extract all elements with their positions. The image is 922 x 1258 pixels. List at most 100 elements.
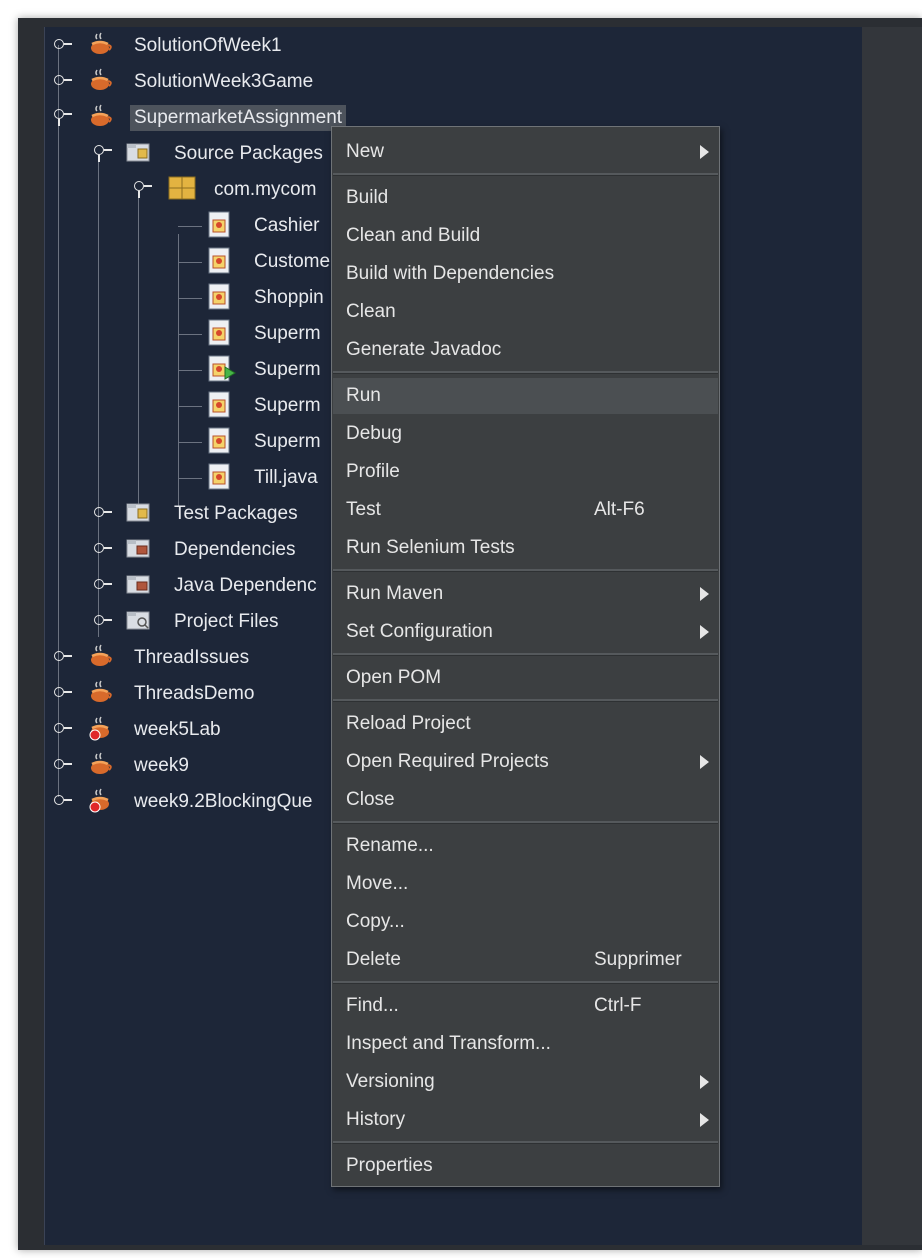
expanded-expander-icon[interactable] (134, 181, 152, 198)
menu-item-history[interactable]: History (333, 1102, 718, 1138)
expanded-expander-icon[interactable] (94, 145, 112, 162)
tree-node-label: Superm (254, 431, 321, 452)
menu-item-clean[interactable]: Clean (333, 294, 718, 330)
tree-node-project[interactable]: ThreadIssues (44, 641, 374, 675)
submenu-arrow-icon (700, 1075, 709, 1089)
tree-node-project[interactable]: week9.2BlockingQue (44, 785, 374, 819)
menu-item-label: Build with Dependencies (346, 263, 555, 284)
menu-item-label: Inspect and Transform... (346, 1033, 551, 1054)
tree-node-java-file[interactable]: Superm (44, 425, 374, 459)
tree-node-label: week5Lab (134, 719, 221, 740)
tree-node-java-file[interactable]: Cashier (44, 209, 374, 243)
collapsed-expander-icon[interactable] (54, 759, 72, 771)
menu-item-inspect-and-transform[interactable]: Inspect and Transform... (333, 1026, 718, 1062)
maven-project-icon (88, 643, 114, 669)
collapsed-expander-icon[interactable] (94, 579, 112, 591)
tree-node-project[interactable]: week9 (44, 749, 374, 783)
collapsed-expander-icon[interactable] (94, 543, 112, 555)
tree-node-project[interactable]: SolutionWeek3Game (44, 65, 374, 99)
tree-node-java-file[interactable]: Superm (44, 389, 374, 423)
tree-node-java-file[interactable]: Custome (44, 245, 374, 279)
collapsed-expander-icon[interactable] (54, 651, 72, 663)
tree-node-label: Java Dependenc (174, 575, 317, 596)
tree-node-folder[interactable]: Source Packages (44, 137, 374, 171)
tree-node-label: Shoppin (254, 287, 324, 308)
tree-node-label: Source Packages (174, 143, 323, 164)
menu-item-delete[interactable]: Delete Supprimer (333, 942, 718, 978)
menu-item-copy[interactable]: Copy... (333, 904, 718, 940)
menu-item-label: Reload Project (346, 713, 471, 734)
menu-item-set-configuration[interactable]: Set Configuration (333, 614, 718, 650)
tree-node-label: SolutionWeek3Game (134, 71, 314, 92)
collapsed-expander-icon[interactable] (94, 507, 112, 519)
tree-node-project[interactable]: week5Lab (44, 713, 374, 747)
tree-node-label: Till.java (254, 467, 318, 488)
tree-node-folder[interactable]: Test Packages (44, 497, 374, 531)
submenu-arrow-icon (700, 1113, 709, 1127)
menu-item-build-with-dependencies[interactable]: Build with Dependencies (333, 256, 718, 292)
collapsed-expander-icon[interactable] (54, 795, 72, 807)
tree-node-label: week9 (134, 755, 189, 776)
tree-node-java-file[interactable]: Superm (44, 317, 374, 351)
menu-item-test[interactable]: Test Alt-F6 (333, 492, 718, 528)
menu-item-label: Run Maven (346, 583, 444, 604)
menu-item-open-required-projects[interactable]: Open Required Projects (333, 744, 718, 780)
menu-item-open-pom[interactable]: Open POM (333, 660, 718, 696)
java-main-class-icon (208, 355, 236, 382)
menu-item-move[interactable]: Move... (333, 866, 718, 902)
submenu-arrow-icon (700, 755, 709, 769)
menu-item-profile[interactable]: Profile (333, 454, 718, 490)
project-files-icon (126, 609, 152, 635)
expanded-expander-icon[interactable] (54, 109, 72, 126)
tree-node-package[interactable]: com.mycom (44, 173, 374, 207)
menu-item-label: Generate Javadoc (346, 339, 502, 360)
menu-item-find[interactable]: Find... Ctrl-F (333, 988, 718, 1024)
java-file-icon (208, 211, 234, 238)
menu-item-reload-project[interactable]: Reload Project (333, 706, 718, 742)
menu-item-close[interactable]: Close (333, 782, 718, 818)
java-file-icon (208, 247, 234, 274)
menu-item-run-maven[interactable]: Run Maven (333, 576, 718, 612)
java-file-icon (208, 283, 234, 310)
submenu-arrow-icon (700, 625, 709, 639)
menu-item-label: Profile (346, 461, 400, 482)
tree-node-project[interactable]: SolutionOfWeek1 (44, 29, 374, 63)
tree-node-label: Superm (254, 359, 321, 380)
menu-item-run[interactable]: Run (333, 378, 718, 414)
tree-node-folder[interactable]: Project Files (44, 605, 374, 639)
collapsed-expander-icon[interactable] (54, 39, 72, 51)
collapsed-expander-icon[interactable] (54, 723, 72, 735)
java-file-icon (208, 391, 234, 418)
java-file-icon (208, 427, 234, 454)
menu-item-label: Set Configuration (346, 621, 493, 642)
menu-item-label: New (346, 141, 385, 162)
menu-item-label: Close (346, 789, 395, 810)
submenu-arrow-icon (700, 145, 709, 159)
collapsed-expander-icon[interactable] (54, 75, 72, 87)
tree-node-java-file[interactable]: Till.java (44, 461, 374, 495)
menu-item-rename[interactable]: Rename... (333, 828, 718, 864)
menu-item-label: Versioning (346, 1071, 435, 1092)
test-packages-icon (126, 501, 152, 527)
tree-node-java-file[interactable]: Shoppin (44, 281, 374, 315)
menu-item-versioning[interactable]: Versioning (333, 1064, 718, 1100)
menu-item-build[interactable]: Build (333, 180, 718, 216)
collapsed-expander-icon[interactable] (94, 615, 112, 627)
menu-item-shortcut: Ctrl-F (594, 995, 642, 1016)
tree-node-label: Test Packages (174, 503, 298, 524)
menu-item-debug[interactable]: Debug (333, 416, 718, 452)
tree-node-folder[interactable]: Java Dependenc (44, 569, 374, 603)
menu-item-new[interactable]: New (333, 134, 718, 170)
tree-node-project[interactable]: ThreadsDemo (44, 677, 374, 711)
collapsed-expander-icon[interactable] (54, 687, 72, 699)
tree-node-folder[interactable]: Dependencies (44, 533, 374, 567)
maven-project-error-icon (88, 715, 114, 741)
menu-item-run-selenium-tests[interactable]: Run Selenium Tests (333, 530, 718, 566)
menu-item-generate-javadoc[interactable]: Generate Javadoc (333, 332, 718, 368)
menu-item-label: Open POM (346, 667, 442, 688)
menu-item-clean-and-build[interactable]: Clean and Build (333, 218, 718, 254)
menu-item-label: Properties (346, 1155, 433, 1176)
tree-node-java-main-class[interactable]: Superm (44, 353, 374, 387)
menu-item-properties[interactable]: Properties (333, 1148, 718, 1184)
tree-node-label: Superm (254, 395, 321, 416)
